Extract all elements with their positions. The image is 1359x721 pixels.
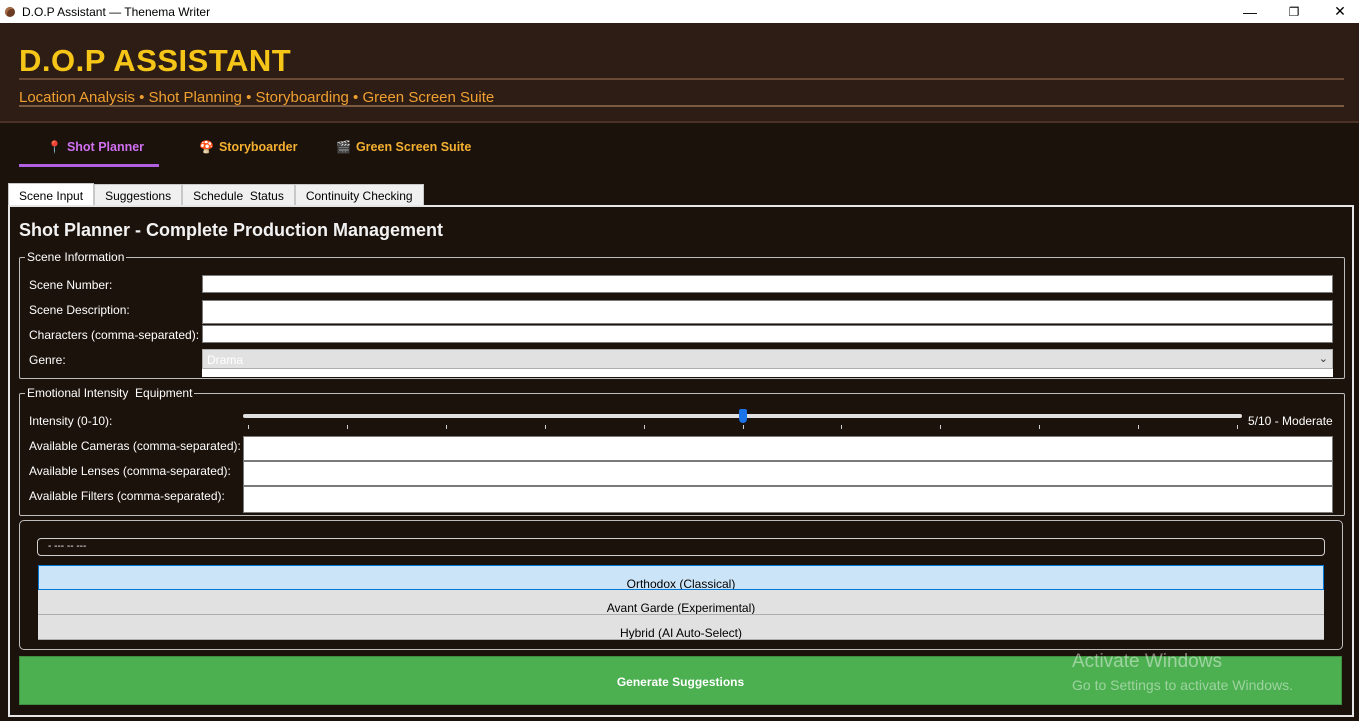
- cameras-label: Available Cameras (comma-separated):: [29, 439, 241, 453]
- genre-value: Drama: [207, 353, 244, 367]
- page-title: Shot Planner - Complete Production Manag…: [19, 220, 444, 240]
- style-heading: - --- -- ---: [37, 538, 1325, 556]
- lenses-label: Available Lenses (comma-separated):: [29, 464, 231, 478]
- lenses-input[interactable]: [243, 461, 1333, 486]
- filters-label: Available Filters (comma-separated):: [29, 489, 225, 503]
- genre-select[interactable]: Drama ⌄: [202, 349, 1333, 369]
- tab-storyboarder[interactable]: 🍄 Storyboarder: [199, 140, 297, 154]
- slider-tick: [545, 425, 546, 429]
- option-hybrid[interactable]: Hybrid (AI Auto-Select): [38, 615, 1324, 640]
- characters-label: Characters (comma-separated):: [29, 328, 200, 342]
- intensity-value-text: 5/10 - Moderate: [1248, 414, 1333, 428]
- active-tab-indicator: [19, 164, 159, 167]
- slider-tick: [1039, 425, 1040, 429]
- slider-tick: [1138, 425, 1139, 429]
- app-icon: [5, 6, 15, 17]
- scene-number-label: Scene Number:: [29, 278, 113, 292]
- scene-number-input[interactable]: [202, 275, 1333, 293]
- tab-shot-planner[interactable]: 📍 Shot Planner: [47, 140, 144, 154]
- slider-tick: [347, 425, 348, 429]
- slider-tick: [1237, 425, 1238, 429]
- intensity-slider-handle[interactable]: [739, 409, 747, 423]
- option-orthodox[interactable]: Orthodox (Classical): [38, 565, 1324, 590]
- activation-watermark-text: Go to Settings to activate Windows.: [1072, 677, 1293, 693]
- intensity-label: Intensity (0-10):: [29, 414, 113, 428]
- sub-tabs: Scene Input Suggestions Schedule Status …: [8, 183, 424, 207]
- slider-tick: [644, 425, 645, 429]
- slider-tick: [446, 425, 447, 429]
- header-divider: [19, 105, 1344, 107]
- tab-suggestions[interactable]: Suggestions: [94, 184, 183, 206]
- tab-label: Shot Planner: [66, 140, 145, 154]
- filters-input[interactable]: [243, 486, 1333, 513]
- slider-tick: [743, 425, 744, 429]
- pin-icon: 📍: [47, 140, 62, 154]
- app-subtitle: Location Analysis • Shot Planning • Stor…: [19, 89, 495, 106]
- group-legend: Scene Information: [27, 250, 125, 264]
- activation-watermark-title: Activate Windows: [1072, 651, 1222, 672]
- header-divider: [19, 78, 1344, 80]
- clapper-icon: 🎬: [336, 140, 351, 154]
- genre-label: Genre:: [29, 353, 66, 367]
- slider-tick: [940, 425, 941, 429]
- scene-description-label: Scene Description:: [29, 303, 130, 317]
- app-title: D.O.P ASSISTANT: [19, 43, 292, 78]
- app-header: D.O.P ASSISTANT Location Analysis • Shot…: [0, 23, 1359, 123]
- mushroom-icon: 🍄: [199, 140, 214, 154]
- tab-continuity-checking[interactable]: Continuity Checking: [294, 184, 424, 206]
- main-tabs: 📍 Shot Planner 🍄 Storyboarder 🎬 Green Sc…: [0, 123, 1359, 175]
- cameras-input[interactable]: [243, 436, 1333, 461]
- characters-input[interactable]: [202, 325, 1333, 343]
- tab-label: Green Screen Suite: [355, 140, 472, 154]
- slider-tick: [248, 425, 249, 429]
- window-titlebar: D.O.P Assistant — Thenema Writer — ❐ ✕: [0, 0, 1359, 23]
- close-button[interactable]: ✕: [1317, 0, 1359, 23]
- chevron-down-icon: ⌄: [1318, 353, 1328, 365]
- tab-scene-input[interactable]: Scene Input: [8, 183, 95, 207]
- genre-select-shadow: [202, 369, 1333, 377]
- tab-green-screen-suite[interactable]: 🎬 Green Screen Suite: [336, 140, 471, 154]
- tab-schedule-status[interactable]: Schedule Status: [182, 184, 295, 206]
- slider-tick: [841, 425, 842, 429]
- maximize-button[interactable]: ❐: [1271, 0, 1317, 23]
- minimize-button[interactable]: —: [1227, 0, 1273, 23]
- window-title: D.O.P Assistant — Thenema Writer: [22, 4, 211, 19]
- group-legend: Emotional Intensity Equipment: [27, 386, 193, 400]
- option-avant-garde[interactable]: Avant Garde (Experimental): [38, 590, 1324, 615]
- scene-description-input[interactable]: [202, 300, 1333, 324]
- tab-label: Storyboarder: [218, 140, 298, 154]
